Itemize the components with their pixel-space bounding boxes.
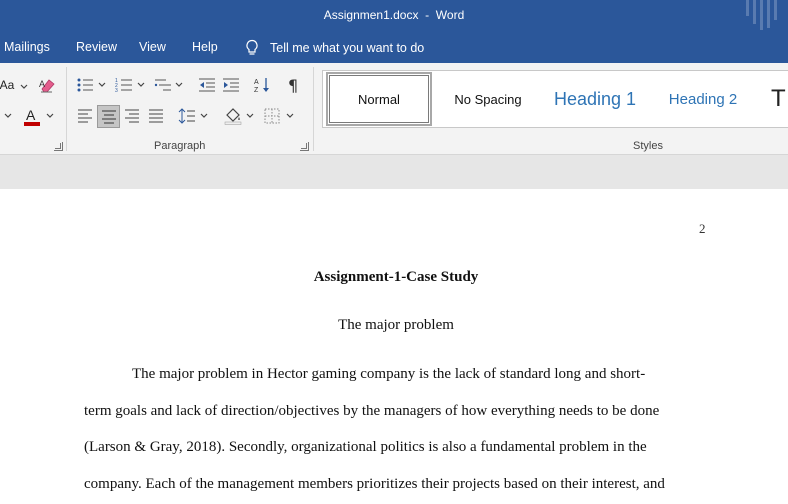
tab-review[interactable]: Review bbox=[76, 40, 117, 54]
title-decoration bbox=[746, 0, 780, 30]
page-number: 2 bbox=[699, 221, 706, 236]
style-no-spacing[interactable]: No Spacing bbox=[439, 71, 537, 127]
styles-group-label: Styles bbox=[633, 140, 663, 152]
eraser-icon: A bbox=[39, 79, 55, 93]
numbering-chevron-icon[interactable] bbox=[137, 82, 145, 88]
paragraph-dialog-launcher[interactable] bbox=[300, 142, 309, 151]
svg-text:A: A bbox=[39, 79, 45, 89]
bullets-button[interactable] bbox=[74, 75, 96, 95]
numbering-button[interactable]: 1 2 3 bbox=[113, 75, 135, 95]
sort-button[interactable]: A Z bbox=[252, 75, 274, 95]
decrease-indent-button[interactable] bbox=[196, 75, 218, 95]
show-formatting-marks-button[interactable]: ¶ bbox=[283, 75, 305, 95]
style-heading-2[interactable]: Heading 2 bbox=[653, 71, 753, 127]
ribbon-tab-bar: Mailings Review View Help Tell me what y… bbox=[0, 32, 788, 63]
group-separator bbox=[313, 67, 314, 151]
group-separator bbox=[66, 67, 67, 151]
tab-mailings[interactable]: Mailings bbox=[4, 40, 50, 54]
window-title: Assignmen1.docx - Word bbox=[0, 8, 788, 22]
numbered-list-icon: 1 2 3 bbox=[115, 78, 132, 93]
title-separator: - bbox=[418, 8, 436, 22]
tab-view[interactable]: View bbox=[139, 40, 166, 54]
style-heading-1[interactable]: Heading 1 bbox=[541, 71, 649, 127]
font-color-button[interactable]: A bbox=[22, 106, 42, 128]
shading-chevron-icon[interactable] bbox=[246, 113, 254, 119]
style-normal[interactable]: Normal bbox=[326, 72, 432, 126]
line-spacing-icon bbox=[178, 108, 195, 124]
align-center-icon bbox=[101, 110, 116, 123]
change-case-button[interactable]: Aa bbox=[0, 77, 14, 93]
bullet-list-icon bbox=[77, 78, 93, 92]
title-bar: Assignmen1.docx - Word bbox=[0, 0, 788, 32]
clear-formatting-button[interactable]: A bbox=[36, 75, 58, 95]
paragraph-line: The major problem in Hector gaming compa… bbox=[132, 366, 646, 382]
line-spacing-chevron-icon[interactable] bbox=[200, 113, 208, 119]
align-left-button[interactable] bbox=[74, 105, 96, 127]
paint-bucket-icon bbox=[224, 108, 242, 125]
svg-text:A: A bbox=[254, 79, 259, 86]
document-subtitle: The major problem bbox=[338, 317, 454, 333]
justify-icon bbox=[149, 109, 163, 123]
tell-me-search[interactable]: Tell me what you want to do bbox=[244, 38, 424, 58]
lightbulb-icon bbox=[246, 39, 258, 55]
bullets-chevron-icon[interactable] bbox=[98, 82, 106, 88]
font-color-chevron-icon[interactable] bbox=[46, 113, 54, 119]
line-spacing-button[interactable] bbox=[176, 105, 198, 127]
increase-indent-icon bbox=[223, 78, 239, 92]
pilcrow-icon: ¶ bbox=[288, 77, 298, 93]
paragraph-group-label: Paragraph bbox=[154, 140, 206, 152]
document-file-name: Assignmen1.docx bbox=[323, 8, 419, 22]
paragraph-line: term goals and lack of direction/objecti… bbox=[84, 403, 660, 419]
svg-text:3: 3 bbox=[115, 88, 118, 93]
svg-text:¶: ¶ bbox=[288, 77, 298, 93]
align-left-icon bbox=[78, 109, 92, 123]
chevron-down-icon[interactable] bbox=[20, 84, 28, 90]
paragraph-line: (Larson & Gray, 2018). Secondly, organiz… bbox=[84, 439, 647, 455]
justify-button[interactable] bbox=[145, 105, 167, 127]
paragraph-line: company. Each of the management members … bbox=[84, 476, 665, 492]
document-canvas-background bbox=[0, 155, 788, 189]
highlight-chevron-icon[interactable] bbox=[4, 113, 12, 119]
sort-az-icon: A Z bbox=[254, 78, 269, 94]
document-title: Assignment-1-Case Study bbox=[313, 269, 479, 285]
multilevel-chevron-icon[interactable] bbox=[175, 82, 183, 88]
font-dialog-launcher[interactable] bbox=[54, 142, 63, 151]
ribbon: Aa A A 1 2 3 A Z ¶ Paragraph Normal No S… bbox=[0, 63, 788, 155]
borders-icon bbox=[264, 108, 280, 124]
style-title-partial[interactable]: T bbox=[771, 71, 788, 127]
svg-text:Z: Z bbox=[254, 87, 259, 94]
shading-button[interactable] bbox=[222, 105, 244, 127]
align-center-button[interactable] bbox=[97, 105, 120, 128]
multilevel-list-button[interactable] bbox=[152, 75, 174, 95]
tell-me-text: Tell me what you want to do bbox=[270, 41, 425, 55]
borders-button[interactable] bbox=[262, 105, 282, 127]
increase-indent-button[interactable] bbox=[220, 75, 242, 95]
tab-help[interactable]: Help bbox=[192, 40, 218, 54]
decrease-indent-icon bbox=[199, 78, 215, 92]
align-right-button[interactable] bbox=[121, 105, 143, 127]
svg-text:A: A bbox=[26, 107, 36, 123]
borders-chevron-icon[interactable] bbox=[286, 113, 294, 119]
app-name: Word bbox=[435, 8, 465, 22]
align-right-icon bbox=[125, 109, 139, 123]
font-color-icon: A bbox=[24, 107, 40, 126]
multilevel-list-icon bbox=[154, 79, 171, 91]
styles-gallery: Normal No Spacing Heading 1 Heading 2 T bbox=[322, 70, 788, 128]
document-page[interactable]: 2 Assignment-1-Case Study The major prob… bbox=[0, 189, 788, 504]
